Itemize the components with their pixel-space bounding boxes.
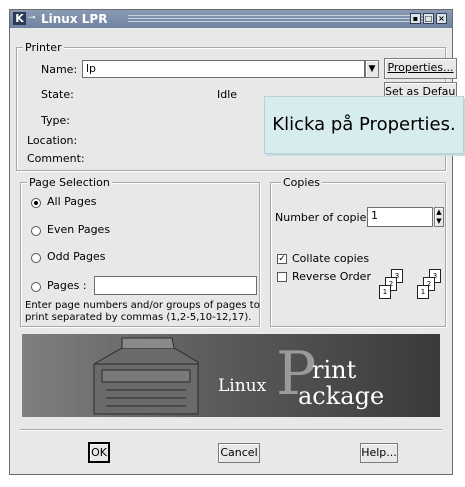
collate-page: 1 xyxy=(417,285,429,299)
comment-label: Comment: xyxy=(27,152,85,165)
banner-ackage: ackage xyxy=(298,382,385,410)
printer-name-dropdown[interactable]: ▼ xyxy=(365,60,379,78)
kde-menu-icon[interactable]: K xyxy=(13,12,26,25)
banner-linux: Linux xyxy=(218,376,267,396)
all-pages-radio[interactable] xyxy=(31,198,41,208)
banner-rint: rint xyxy=(312,356,357,384)
printer-group-title: Printer xyxy=(23,41,64,54)
reverse-order-checkbox[interactable] xyxy=(277,272,287,282)
printer-name-value: lp xyxy=(86,62,97,75)
title-stripes xyxy=(128,15,424,23)
all-pages-label[interactable]: All Pages xyxy=(47,195,97,208)
linux-print-package-banner: Linux P rint ackage xyxy=(22,334,440,417)
cancel-button-label: Cancel xyxy=(220,446,258,459)
collate-page: 1 xyxy=(379,285,391,299)
button-separator xyxy=(20,429,442,431)
pages-input[interactable] xyxy=(94,276,257,295)
pages-label[interactable]: Pages : xyxy=(47,279,87,292)
maximize-button[interactable]: □ xyxy=(423,13,434,24)
pages-help-line2: print separated by commas (1,2-5,10-12,1… xyxy=(25,312,252,323)
copies-spinbox-buttons[interactable]: ▲ ▼ xyxy=(434,207,444,227)
close-button[interactable]: × xyxy=(436,13,447,24)
odd-pages-radio[interactable] xyxy=(31,253,41,263)
page-selection-group: Page Selection All Pages Even Pages Odd … xyxy=(20,176,260,327)
help-button-label: Help... xyxy=(361,446,397,459)
properties-button-label: Properties... xyxy=(387,61,454,74)
collate-label[interactable]: Collate copies xyxy=(292,252,369,265)
state-value: Idle xyxy=(217,88,238,101)
collate-checkbox[interactable]: ✓ xyxy=(277,254,287,264)
even-pages-radio[interactable] xyxy=(31,226,41,236)
help-button[interactable]: Help... xyxy=(360,443,398,463)
pages-help-line1: Enter page numbers and/or groups of page… xyxy=(25,300,260,311)
number-of-copies-label: Number of copies: xyxy=(275,211,376,224)
ok-button[interactable]: OK xyxy=(88,442,110,463)
instruction-callout-text: Klicka på Properties. xyxy=(272,114,456,135)
title-bar[interactable]: K ⊸ Linux LPR ▪ □ × xyxy=(10,10,452,28)
properties-button[interactable]: Properties... xyxy=(384,58,457,79)
copies-group: Copies Number of copies: 1 ▲ ▼ ✓ Collate… xyxy=(270,176,446,327)
number-of-copies-input[interactable]: 1 xyxy=(367,207,433,227)
cancel-button[interactable]: Cancel xyxy=(218,443,260,463)
number-of-copies-value: 1 xyxy=(371,209,378,222)
window-title: Linux LPR xyxy=(41,12,108,26)
reverse-order-label[interactable]: Reverse Order xyxy=(292,270,371,283)
printer-name-combo[interactable]: lp xyxy=(82,60,365,78)
pin-icon[interactable]: ⊸ xyxy=(28,13,36,23)
name-label: Name: xyxy=(41,63,78,76)
odd-pages-label[interactable]: Odd Pages xyxy=(47,250,105,263)
spin-up-icon[interactable]: ▲ xyxy=(435,208,443,217)
spin-down-icon[interactable]: ▼ xyxy=(435,217,443,226)
minimize-button[interactable]: ▪ xyxy=(410,13,421,24)
state-label: State: xyxy=(41,88,74,101)
ok-button-label: OK xyxy=(91,446,107,459)
location-label: Location: xyxy=(27,134,78,147)
type-label: Type: xyxy=(41,114,70,127)
chevron-down-icon: ▼ xyxy=(368,64,376,74)
pages-radio[interactable] xyxy=(31,282,41,292)
copies-group-title: Copies xyxy=(281,176,322,189)
instruction-callout: Klicka på Properties. xyxy=(264,96,464,154)
lpr-dialog: K ⊸ Linux LPR ▪ □ × Printer Name: lp ▼ P… xyxy=(9,9,457,475)
page-selection-title: Page Selection xyxy=(27,176,112,189)
even-pages-label[interactable]: Even Pages xyxy=(47,223,110,236)
